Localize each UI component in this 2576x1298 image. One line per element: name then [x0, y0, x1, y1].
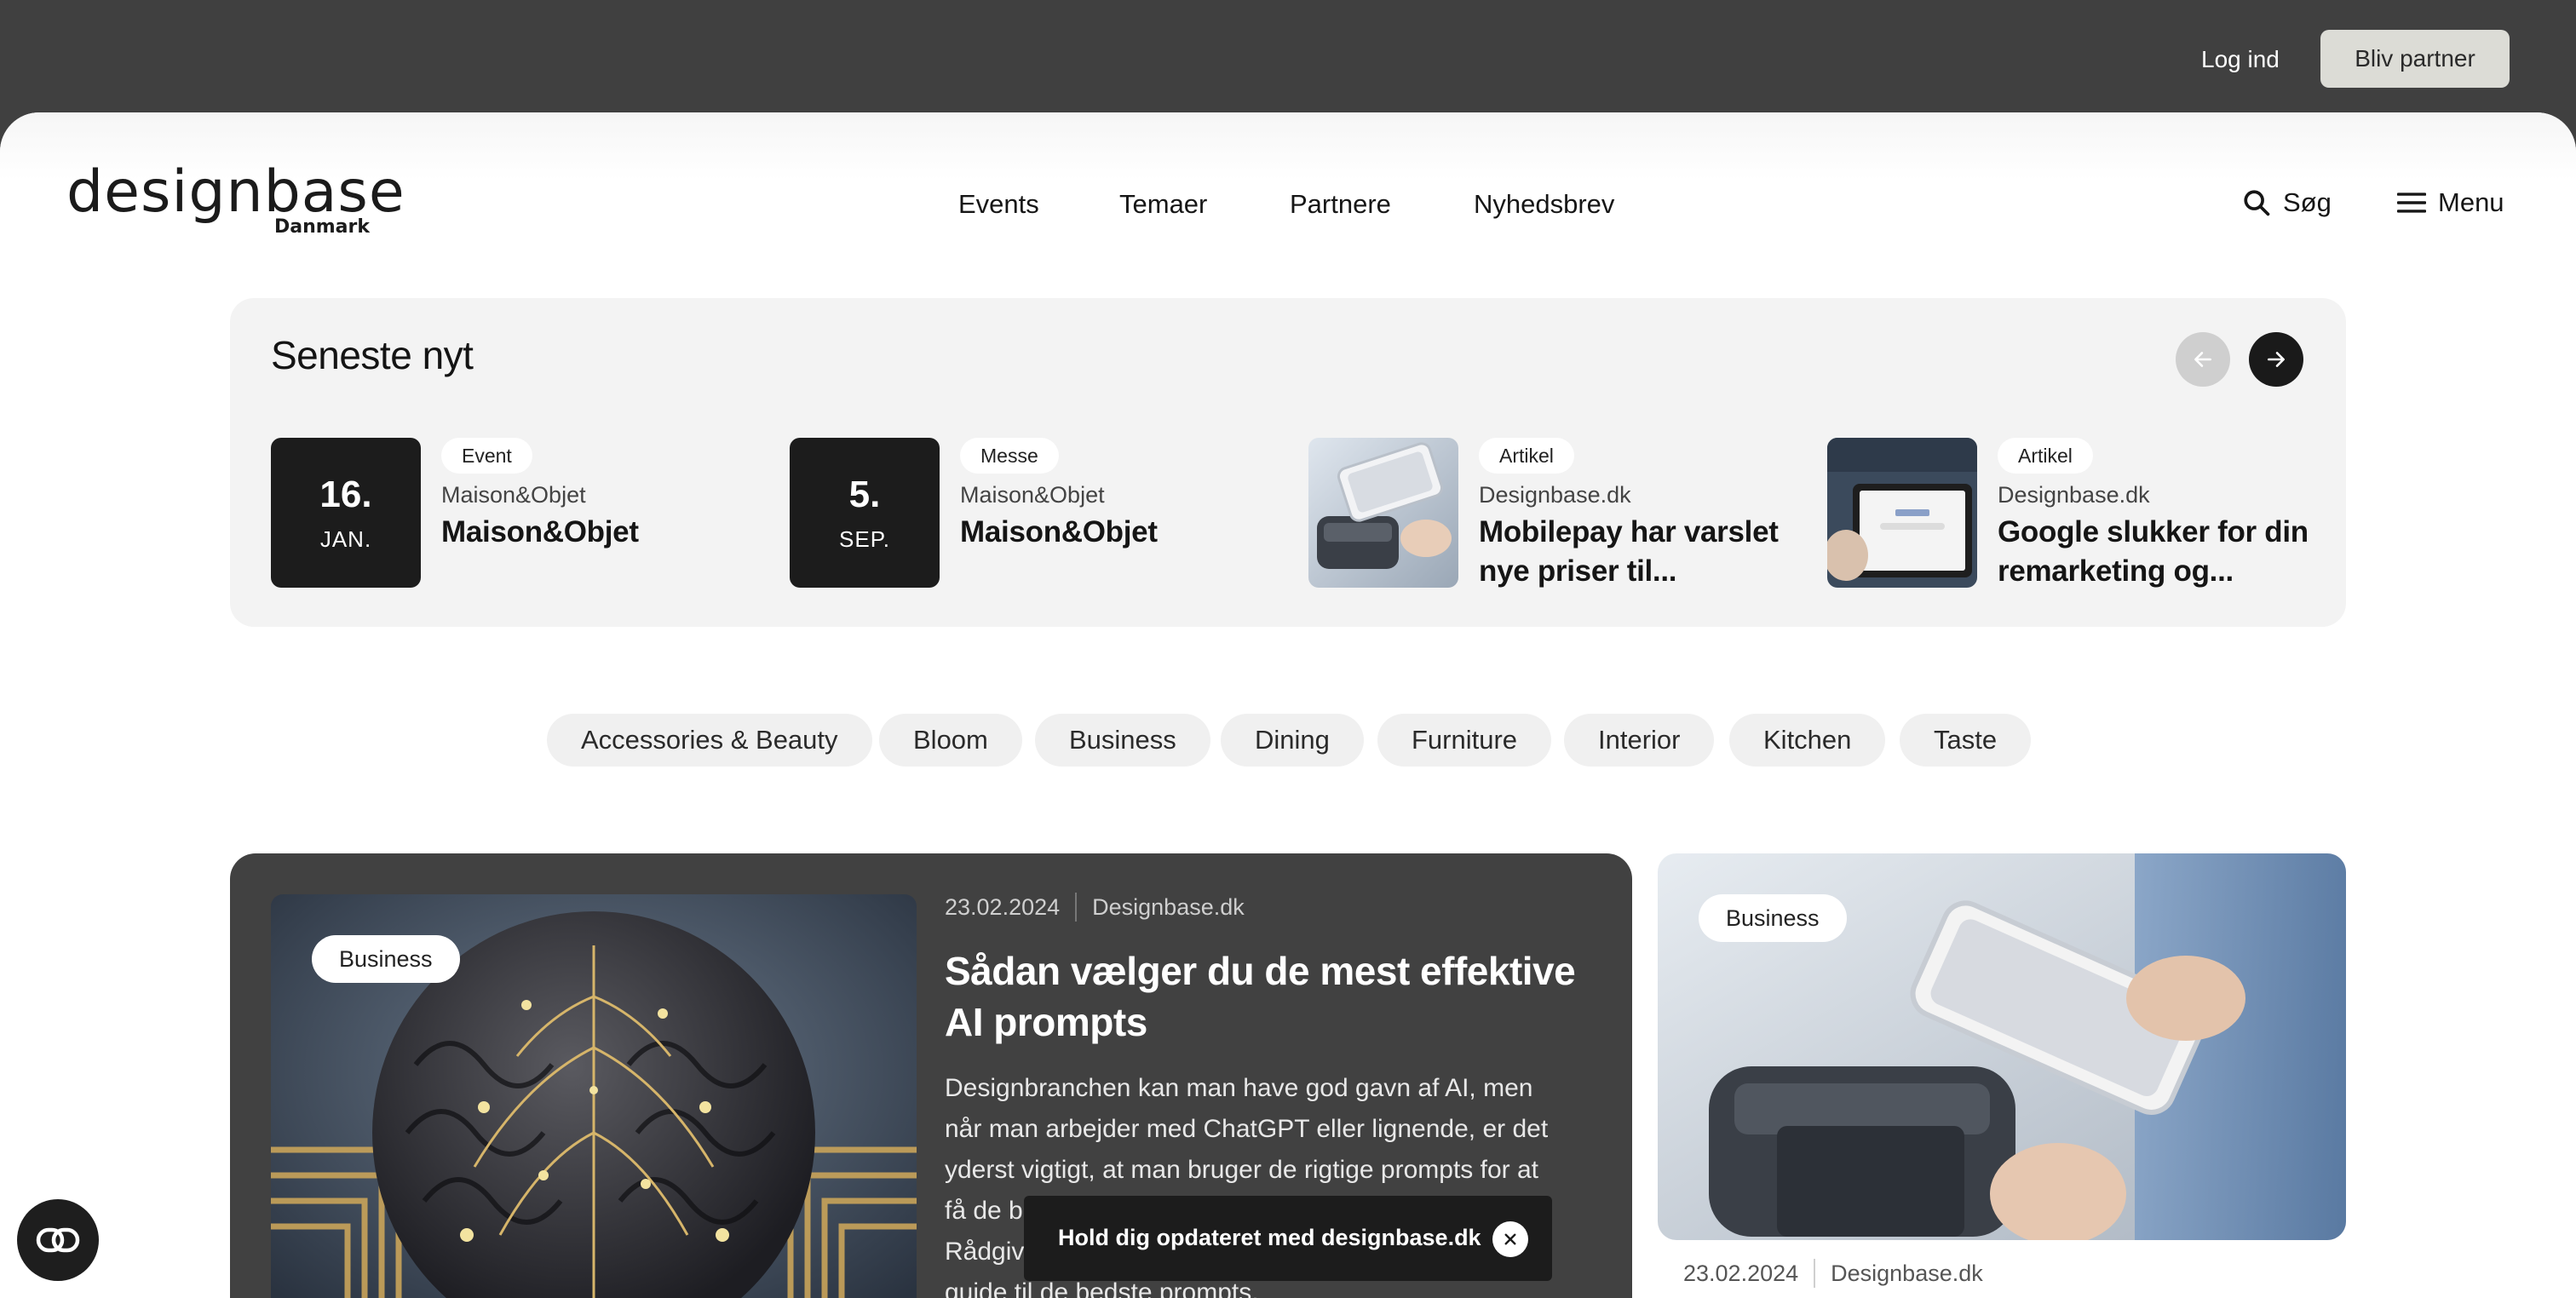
toast-message: Hold dig opdateret med designbase.dk — [1058, 1225, 1481, 1250]
item-tag: Messe — [960, 438, 1059, 474]
accessibility-widget-button[interactable] — [17, 1199, 99, 1281]
date-month: JAN. — [319, 526, 372, 552]
payment-terminal-image — [1308, 438, 1458, 588]
featured-meta: 23.02.2024 Designbase.dk — [945, 893, 1245, 922]
latest-news-panel: Seneste nyt 16. JAN. Event Maison&Objet … — [230, 298, 2346, 627]
date-month: SEP. — [839, 526, 890, 552]
side-source: Designbase.dk — [1831, 1260, 1983, 1286]
meta-divider — [1814, 1259, 1816, 1288]
side-article-meta: 23.02.2024 Designbase.dk — [1683, 1259, 1983, 1288]
menu-button[interactable]: Menu — [2397, 187, 2504, 218]
item-source: Designbase.dk — [1998, 482, 2150, 508]
carousel-prev-button[interactable] — [2176, 332, 2230, 387]
date-day: 16. — [319, 474, 372, 515]
page-sheet: designbase Danmark Events Temaer Partner… — [0, 112, 2576, 1298]
item-tag: Artikel — [1998, 438, 2093, 474]
nav-partnere[interactable]: Partnere — [1290, 189, 1391, 220]
category-chip-accessories[interactable]: Accessories & Beauty — [547, 714, 872, 767]
category-chip-business[interactable]: Business — [1035, 714, 1210, 767]
date-badge: 16. JAN. — [271, 438, 421, 588]
logo-country: Danmark — [273, 216, 370, 238]
excerpt-line: når man arbejder med ChatGPT eller ligne… — [945, 1115, 1549, 1143]
featured-title[interactable]: Sådan vælger du de mest effektive AI pro… — [945, 945, 1609, 1048]
nav-nyhedsbrev[interactable]: Nyhedsbrev — [1474, 189, 1614, 220]
category-chip-bloom[interactable]: Bloom — [879, 714, 1022, 767]
nav-temaer[interactable]: Temaer — [1119, 189, 1207, 220]
item-tag: Artikel — [1479, 438, 1574, 474]
become-partner-button[interactable]: Bliv partner — [2320, 30, 2510, 88]
payment-terminal-thumbnail — [1308, 438, 1458, 588]
newsletter-toast[interactable]: Hold dig opdateret med designbase.dk — [1024, 1196, 1552, 1281]
close-icon — [1504, 1233, 1516, 1245]
item-source: Maison&Objet — [960, 482, 1105, 508]
tablet-thumbnail — [1827, 438, 1977, 588]
date-day: 5. — [848, 474, 881, 515]
menu-label: Menu — [2438, 187, 2504, 217]
accessibility-icon — [36, 1227, 80, 1253]
carousel-next-button[interactable] — [2249, 332, 2303, 387]
arrow-right-icon — [2268, 352, 2285, 367]
side-date: 23.02.2024 — [1683, 1260, 1799, 1286]
search-button[interactable]: Søg — [2242, 187, 2332, 218]
site-logo[interactable]: designbase Danmark — [66, 158, 405, 240]
item-title[interactable]: Maison&Objet — [960, 513, 1301, 552]
side-category-badge[interactable]: Business — [1699, 894, 1847, 942]
featured-category-badge[interactable]: Business — [312, 935, 460, 983]
date-badge: 5. SEP. — [790, 438, 940, 588]
search-label: Søg — [2283, 187, 2332, 217]
category-chip-dining[interactable]: Dining — [1221, 714, 1364, 767]
featured-date: 23.02.2024 — [945, 893, 1061, 920]
hamburger-icon — [2397, 192, 2426, 213]
category-chip-taste[interactable]: Taste — [1900, 714, 2032, 767]
featured-source: Designbase.dk — [1092, 893, 1245, 920]
top-bar: Log ind Bliv partner — [0, 0, 2576, 112]
tablet-image — [1827, 438, 1977, 588]
category-chip-furniture[interactable]: Furniture — [1377, 714, 1552, 767]
arrow-left-icon — [2194, 352, 2211, 367]
item-tag: Event — [441, 438, 532, 474]
item-title[interactable]: Maison&Objet — [441, 513, 782, 552]
item-title[interactable]: Mobilepay har varslet nye priser til... — [1479, 513, 1820, 591]
login-link[interactable]: Log ind — [2201, 43, 2280, 77]
category-chip-interior[interactable]: Interior — [1564, 714, 1715, 767]
item-source: Designbase.dk — [1479, 482, 1631, 508]
latest-news-title: Seneste nyt — [271, 333, 474, 377]
item-title[interactable]: Google slukker for din remarketing og... — [1998, 513, 2338, 591]
search-icon — [2244, 190, 2270, 216]
item-source: Maison&Objet — [441, 482, 586, 508]
category-chip-kitchen[interactable]: Kitchen — [1729, 714, 1886, 767]
excerpt-line: yderst vigtigt, at man bruger de rigtige… — [945, 1156, 1538, 1184]
nav-events[interactable]: Events — [958, 189, 1039, 220]
logo-wordmark: designbase — [66, 158, 405, 226]
toast-close-button[interactable] — [1492, 1221, 1528, 1257]
excerpt-line: Designbranchen kan man have god gavn af … — [945, 1074, 1533, 1102]
meta-divider — [1075, 893, 1078, 922]
